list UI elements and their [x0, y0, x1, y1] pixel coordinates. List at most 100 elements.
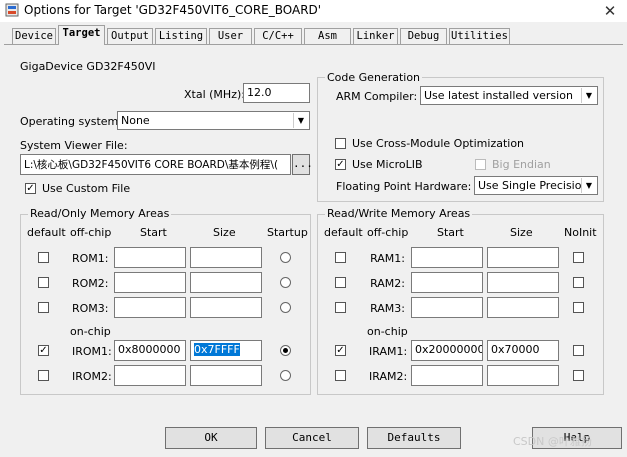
cross-module-checkbox[interactable]: [335, 138, 346, 149]
rw-row-name: IRAM2:: [369, 370, 408, 383]
ro-default-checkbox[interactable]: [38, 277, 49, 288]
rw-default-checkbox[interactable]: [335, 302, 346, 313]
ro-header-size: Size: [213, 226, 236, 239]
checkmark-icon: ✓: [336, 345, 345, 356]
title-bar: Options for Target 'GD32F450VIT6_CORE_BO…: [0, 0, 627, 22]
tab-listing[interactable]: Listing: [155, 28, 207, 44]
ro-default-checkbox[interactable]: [38, 252, 49, 263]
ro-size-input[interactable]: [190, 247, 262, 268]
tab-linker[interactable]: Linker: [353, 28, 398, 44]
microlib-label: Use MicroLIB: [352, 158, 423, 171]
use-custom-file-checkbox[interactable]: ✓: [25, 183, 36, 194]
ro-header-startup: Startup: [267, 226, 308, 239]
ro-size-input[interactable]: [190, 365, 262, 386]
ro-start-input[interactable]: [114, 272, 186, 293]
os-value: None: [121, 114, 150, 127]
tab-utilities[interactable]: Utilities: [449, 28, 510, 44]
rw-noinit-checkbox[interactable]: [573, 277, 584, 288]
ro-row-name: IROM2:: [72, 370, 112, 383]
rw-default-checkbox[interactable]: ✓: [335, 345, 346, 356]
rw-default-checkbox[interactable]: [335, 252, 346, 263]
microlib-checkbox[interactable]: ✓: [335, 159, 346, 170]
big-endian-checkbox[interactable]: [475, 159, 486, 170]
rw-noinit-checkbox[interactable]: [573, 345, 584, 356]
rw-start-input[interactable]: [411, 365, 483, 386]
defaults-button[interactable]: Defaults: [367, 427, 461, 449]
rw-header-start: Start: [437, 226, 464, 239]
tab-output[interactable]: Output: [107, 28, 153, 44]
fp-hardware-label: Floating Point Hardware:: [336, 180, 472, 193]
ro-default-checkbox[interactable]: ✓: [38, 345, 49, 356]
os-label: Operating system:: [20, 115, 122, 128]
rw-header-offchip: off-chip: [367, 226, 409, 239]
tab-user[interactable]: User: [209, 28, 252, 44]
tab-device[interactable]: Device: [12, 28, 56, 44]
arm-compiler-label: ARM Compiler:: [336, 90, 418, 103]
cross-module-label: Use Cross-Module Optimization: [352, 137, 525, 150]
ro-row-name: ROM2:: [72, 277, 109, 290]
ro-startup-radio[interactable]: [280, 370, 291, 381]
chevron-down-icon[interactable]: ▼: [581, 178, 596, 193]
close-icon[interactable]: ✕: [598, 1, 622, 21]
rw-noinit-checkbox[interactable]: [573, 302, 584, 313]
ro-size-input[interactable]: 0x7FFFF: [190, 340, 262, 361]
ro-default-checkbox[interactable]: [38, 370, 49, 381]
cancel-button[interactable]: Cancel: [265, 427, 359, 449]
tab-target[interactable]: Target: [58, 25, 105, 45]
ro-row-name: ROM3:: [72, 302, 109, 315]
tab-c-c-[interactable]: C/C++: [254, 28, 302, 44]
csdn-watermark: CSDN @叶雅扬: [513, 435, 592, 448]
rw-onchip-label: on-chip: [367, 325, 408, 338]
rw-row-name: RAM3:: [370, 302, 405, 315]
checkmark-icon: ✓: [26, 183, 35, 194]
rw-size-input[interactable]: [487, 247, 559, 268]
ro-row-name: IROM1:: [72, 345, 112, 358]
rw-row-name: RAM1:: [370, 252, 405, 265]
tab-asm[interactable]: Asm: [304, 28, 351, 44]
ro-size-input[interactable]: [190, 297, 262, 318]
window-title: Options for Target 'GD32F450VIT6_CORE_BO…: [24, 3, 322, 17]
os-select[interactable]: None ▼: [117, 111, 310, 130]
rw-size-input[interactable]: 0x70000: [487, 340, 559, 361]
rw-size-value: 0x70000: [491, 343, 540, 356]
ro-onchip-label: on-chip: [70, 325, 111, 338]
rw-start-input[interactable]: [411, 272, 483, 293]
svf-browse-button[interactable]: ...: [292, 154, 313, 175]
ro-size-input[interactable]: [190, 272, 262, 293]
fp-hardware-select[interactable]: Use Single Precision ▼: [474, 176, 598, 195]
chevron-down-icon[interactable]: ▼: [581, 88, 596, 103]
rw-start-input[interactable]: [411, 247, 483, 268]
rw-noinit-checkbox[interactable]: [573, 252, 584, 263]
rw-size-input[interactable]: [487, 365, 559, 386]
ro-startup-radio[interactable]: [280, 345, 291, 356]
arm-compiler-select[interactable]: Use latest installed version ▼: [420, 86, 598, 105]
ro-start-input[interactable]: 0x8000000: [114, 340, 186, 361]
svf-input[interactable]: L:\核心板\GD32F450VIT6 CORE BOARD\基本例程\(: [20, 154, 291, 175]
rw-noinit-checkbox[interactable]: [573, 370, 584, 381]
ro-start-input[interactable]: [114, 365, 186, 386]
ro-size-value: 0x7FFFF: [194, 343, 240, 356]
ro-start-input[interactable]: [114, 297, 186, 318]
ro-startup-radio[interactable]: [280, 302, 291, 313]
rw-header-size: Size: [510, 226, 533, 239]
rw-default-checkbox[interactable]: [335, 370, 346, 381]
xtal-input[interactable]: 12.0: [243, 83, 310, 103]
keil-target-icon: [5, 3, 19, 17]
rw-default-checkbox[interactable]: [335, 277, 346, 288]
device-name: GigaDevice GD32F450VI: [20, 60, 156, 73]
ro-startup-radio[interactable]: [280, 277, 291, 288]
code-generation-title: Code Generation: [325, 71, 423, 84]
rw-start-input[interactable]: [411, 297, 483, 318]
ro-row-name: ROM1:: [72, 252, 109, 265]
ok-button[interactable]: OK: [165, 427, 257, 449]
chevron-down-icon[interactable]: ▼: [293, 113, 308, 128]
rw-size-input[interactable]: [487, 272, 559, 293]
fp-hardware-value: Use Single Precision: [478, 179, 589, 192]
tab-debug[interactable]: Debug: [400, 28, 447, 44]
ro-default-checkbox[interactable]: [38, 302, 49, 313]
ro-header-default: default: [27, 226, 66, 239]
rw-start-input[interactable]: 0x20000000: [411, 340, 483, 361]
rw-size-input[interactable]: [487, 297, 559, 318]
ro-start-input[interactable]: [114, 247, 186, 268]
ro-startup-radio[interactable]: [280, 252, 291, 263]
